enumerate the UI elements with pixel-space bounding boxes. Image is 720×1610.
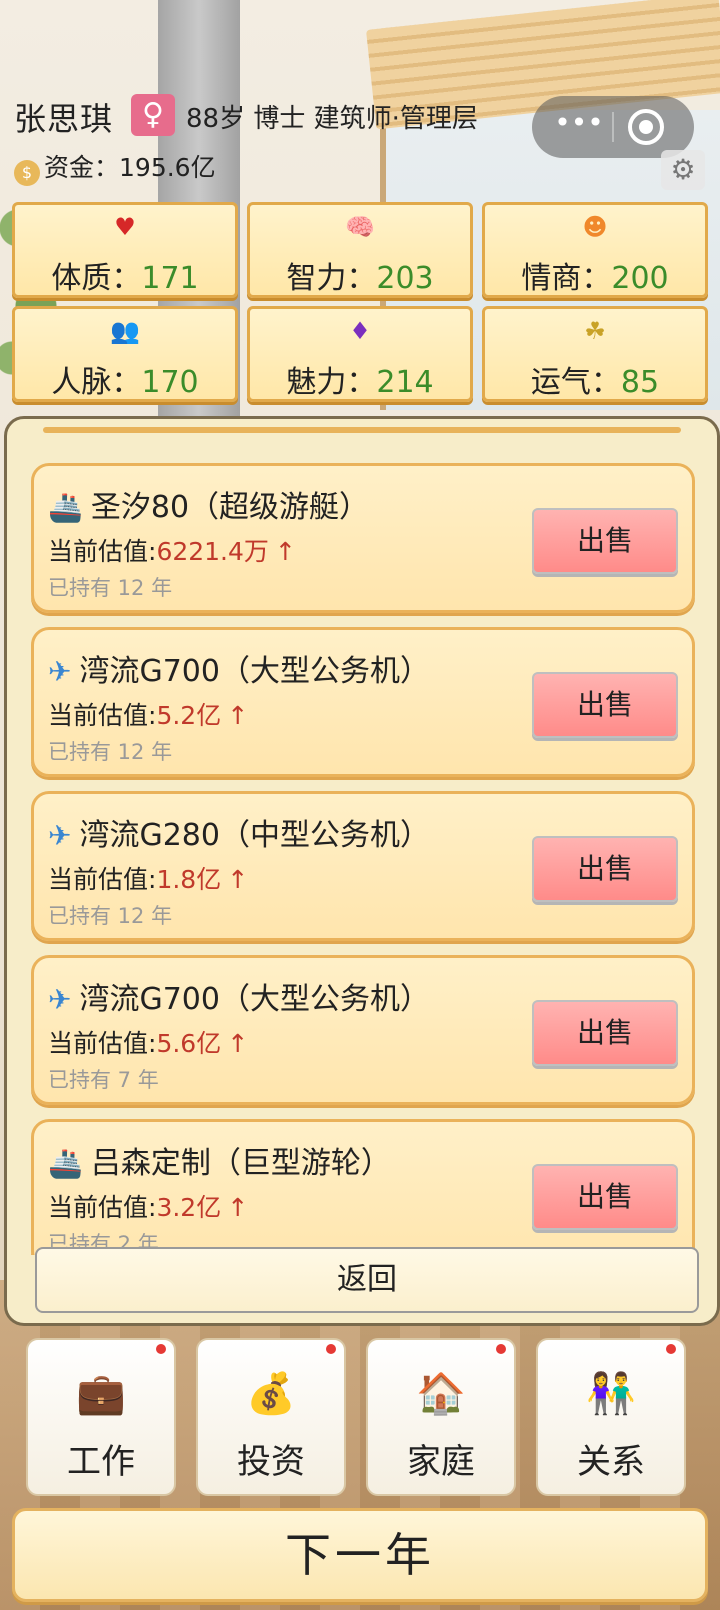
value-label: 当前估值:	[48, 1193, 157, 1222]
miniprogram-capsule: •••	[532, 96, 694, 158]
nav-label: 工作	[67, 1442, 135, 1482]
notification-dot	[324, 1342, 338, 1356]
couple-icon: 👫	[586, 1371, 636, 1417]
notification-dot	[664, 1342, 678, 1356]
value-label: 当前估值:	[48, 865, 157, 894]
asset-list[interactable]: 🚢 圣汐80（超级游艇） 当前估值:6221.4万 ↑ 已持有 12 年 出售 ✈ 湾…	[31, 447, 695, 1255]
stat-luck: ☘ 运气：85	[482, 306, 708, 402]
character-name: 张思琪	[14, 100, 114, 138]
bottom-nav: 💼 工作 💰 投资 🏠 家庭 👫 关系	[26, 1338, 696, 1496]
sell-button[interactable]: 出售	[532, 1000, 678, 1066]
nav-relations-button[interactable]: 👫 关系	[536, 1338, 686, 1496]
stat-label: 体质：	[51, 261, 142, 296]
asset-card: 🚢 圣汐80（超级游艇） 当前估值:6221.4万 ↑ 已持有 12 年 出售	[31, 463, 695, 613]
airplane-icon: ✈	[48, 983, 72, 1016]
close-miniprogram-button[interactable]	[628, 109, 664, 145]
asset-value: 5.2亿	[156, 701, 222, 730]
stat-label: 魅力：	[286, 365, 377, 400]
asset-value: 1.8亿	[156, 865, 222, 894]
ship-icon: 🚢	[48, 1147, 83, 1180]
diamond-icon: ♦	[349, 317, 371, 345]
brain-icon: 🧠	[345, 213, 375, 241]
clover-icon: ☘	[584, 317, 606, 345]
briefcase-icon: 💼	[76, 1371, 126, 1417]
airplane-icon: ✈	[48, 819, 72, 852]
attribute-grid: ♥ 体质：171 🧠 智力：203 ☻ 情商：200 👥 人脉：170 ♦ 魅力…	[12, 202, 708, 402]
sell-button[interactable]: 出售	[532, 836, 678, 902]
asset-value: 5.6亿	[156, 1029, 222, 1058]
stat-value: 85	[620, 365, 660, 400]
ship-icon: 🚢	[48, 491, 83, 524]
held-duration: 已持有 12 年	[48, 904, 173, 928]
back-button[interactable]: 返回	[35, 1247, 699, 1313]
money-label: 资金：	[44, 153, 120, 182]
stat-value: 170	[141, 365, 199, 400]
sell-button[interactable]: 出售	[532, 508, 678, 574]
nav-label: 家庭	[407, 1442, 475, 1482]
heart-face-icon: ☻	[582, 213, 608, 241]
value-label: 当前估值:	[48, 1029, 157, 1058]
asset-card: ✈ 湾流G700（大型公务机） 当前估值:5.6亿 ↑ 已持有 7 年 出售	[31, 955, 695, 1105]
held-duration: 已持有 7 年	[48, 1068, 159, 1092]
asset-card: 🚢 吕森定制（巨型游轮） 当前估值:3.2亿 ↑ 已持有 2 年 出售	[31, 1119, 695, 1255]
female-icon: ♀	[131, 94, 175, 136]
stat-label: 运气：	[530, 365, 621, 400]
value-label: 当前估值:	[48, 537, 157, 566]
stat-intelligence: 🧠 智力：203	[247, 202, 473, 298]
nav-work-button[interactable]: 💼 工作	[26, 1338, 176, 1496]
stat-value: 171	[141, 261, 199, 296]
trend-up-icon: ↑	[227, 865, 249, 894]
airplane-icon: ✈	[48, 655, 72, 688]
asset-card: ✈ 湾流G700（大型公务机） 当前估值:5.2亿 ↑ 已持有 12 年 出售	[31, 627, 695, 777]
trend-up-icon: ↑	[227, 701, 249, 730]
trend-up-icon: ↑	[274, 537, 296, 566]
held-duration: 已持有 12 年	[48, 740, 173, 764]
more-menu-button[interactable]: •••	[554, 109, 604, 144]
nav-invest-button[interactable]: 💰 投资	[196, 1338, 346, 1496]
asset-name: 湾流G700（大型公务机）	[79, 654, 430, 689]
sell-button[interactable]: 出售	[532, 1164, 678, 1230]
stat-label: 智力：	[286, 261, 377, 296]
stat-value: 203	[376, 261, 434, 296]
asset-name: 湾流G700（大型公务机）	[79, 982, 430, 1017]
money-display: $ 资金：195.6亿	[14, 148, 216, 186]
money-value: 195.6亿	[119, 153, 216, 182]
asset-name: 湾流G280（中型公务机）	[79, 818, 430, 853]
asset-value: 6221.4万	[156, 537, 269, 566]
asset-card: ✈ 湾流G280（中型公务机） 当前估值:1.8亿 ↑ 已持有 12 年 出售	[31, 791, 695, 941]
panel-divider	[43, 427, 681, 433]
heart-icon: ♥	[114, 213, 136, 241]
stat-connections: 👥 人脉：170	[12, 306, 238, 402]
gear-icon[interactable]: ⚙	[661, 150, 705, 190]
nav-family-button[interactable]: 🏠 家庭	[366, 1338, 516, 1496]
people-icon: 👥	[110, 317, 140, 345]
notification-dot	[154, 1342, 168, 1356]
money-bag-icon: 💰	[246, 1371, 296, 1417]
asset-panel: 🚢 圣汐80（超级游艇） 当前估值:6221.4万 ↑ 已持有 12 年 出售 ✈ 湾…	[4, 416, 720, 1326]
nav-label: 关系	[577, 1442, 645, 1482]
character-details: 88岁 博士 建筑师·管理层	[186, 104, 478, 134]
stat-charm: ♦ 魅力：214	[247, 306, 473, 402]
stat-constitution: ♥ 体质：171	[12, 202, 238, 298]
stat-label: 人脉：	[51, 365, 142, 400]
value-label: 当前估值:	[48, 701, 157, 730]
trend-up-icon: ↑	[227, 1193, 249, 1222]
stat-eq: ☻ 情商：200	[482, 202, 708, 298]
asset-name: 圣汐80（超级游艇）	[90, 490, 370, 525]
asset-value: 3.2亿	[156, 1193, 222, 1222]
stat-label: 情商：	[521, 261, 612, 296]
asset-name: 吕森定制（巨型游轮）	[90, 1146, 391, 1181]
notification-dot	[494, 1342, 508, 1356]
money-bag-icon: $	[14, 160, 40, 186]
capsule-divider	[612, 112, 614, 142]
sell-button[interactable]: 出售	[532, 672, 678, 738]
stat-value: 214	[376, 365, 434, 400]
held-duration: 已持有 12 年	[48, 576, 173, 600]
nav-label: 投资	[237, 1442, 305, 1482]
next-year-button[interactable]: 下一年	[12, 1508, 708, 1602]
stat-value: 200	[611, 261, 669, 296]
house-icon: 🏠	[416, 1371, 466, 1417]
trend-up-icon: ↑	[227, 1029, 249, 1058]
